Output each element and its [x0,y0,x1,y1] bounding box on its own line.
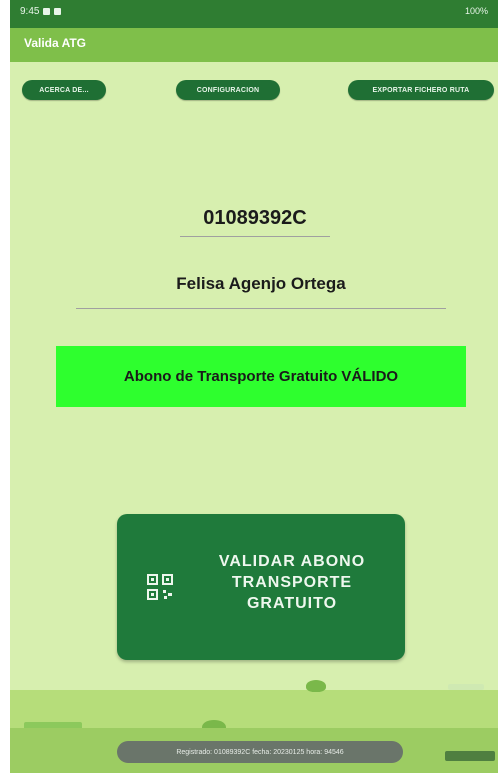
notification-icon [43,8,51,15]
decorative-sign [445,751,495,761]
name-underline [76,308,446,309]
status-right: 100% [465,6,488,16]
validate-button-label: VALIDAR ABONO TRANSPORTE GRATUITO [187,551,397,614]
status-time: 9:45 [20,6,40,17]
qr-scan-icon [147,574,173,600]
validate-pass-button[interactable]: VALIDAR ABONO TRANSPORTE GRATUITO [117,514,405,660]
registration-toast: Registrado: 01089392C fecha: 20230125 ho… [117,741,403,763]
validate-label-line3: GRATUITO [246,595,338,612]
validation-status-text: Abono de Transporte Gratuito VÁLIDO [123,368,399,385]
configuration-button[interactable]: CONFIGURACION [176,80,280,100]
toast-text: Registrado: 01089392C fecha: 20230125 ho… [176,748,344,756]
notification-icon [54,8,62,15]
battery-level: 100% [464,6,488,16]
app-bar: Valida ATG [10,28,498,62]
tree-illustration [306,680,326,692]
status-left: 9:45 [20,6,62,17]
validate-label-line1: VALIDAR ABONO [218,553,366,570]
export-route-file-button[interactable]: EXPORTAR FICHERO RUTA [348,80,494,100]
main-content: ACERCA DE... CONFIGURACION EXPORTAR FICH… [10,62,498,773]
bench-illustration [448,684,484,690]
validation-status-banner: Abono de Transporte Gratuito VÁLIDO [56,346,466,407]
system-status-bar: 9:45 100% [10,0,498,28]
validate-label-line2: TRANSPORTE [231,574,353,591]
app-title: Valida ATG [24,36,87,50]
app-screen: 9:45 100% Valida ATG ACERCA DE... CONFIG… [10,0,498,773]
about-button[interactable]: ACERCA DE... [22,80,106,100]
dni-field[interactable]: 01089392C [180,207,330,230]
dni-underline [180,236,330,237]
name-field[interactable]: Felisa Agenjo Ortega [76,274,446,294]
